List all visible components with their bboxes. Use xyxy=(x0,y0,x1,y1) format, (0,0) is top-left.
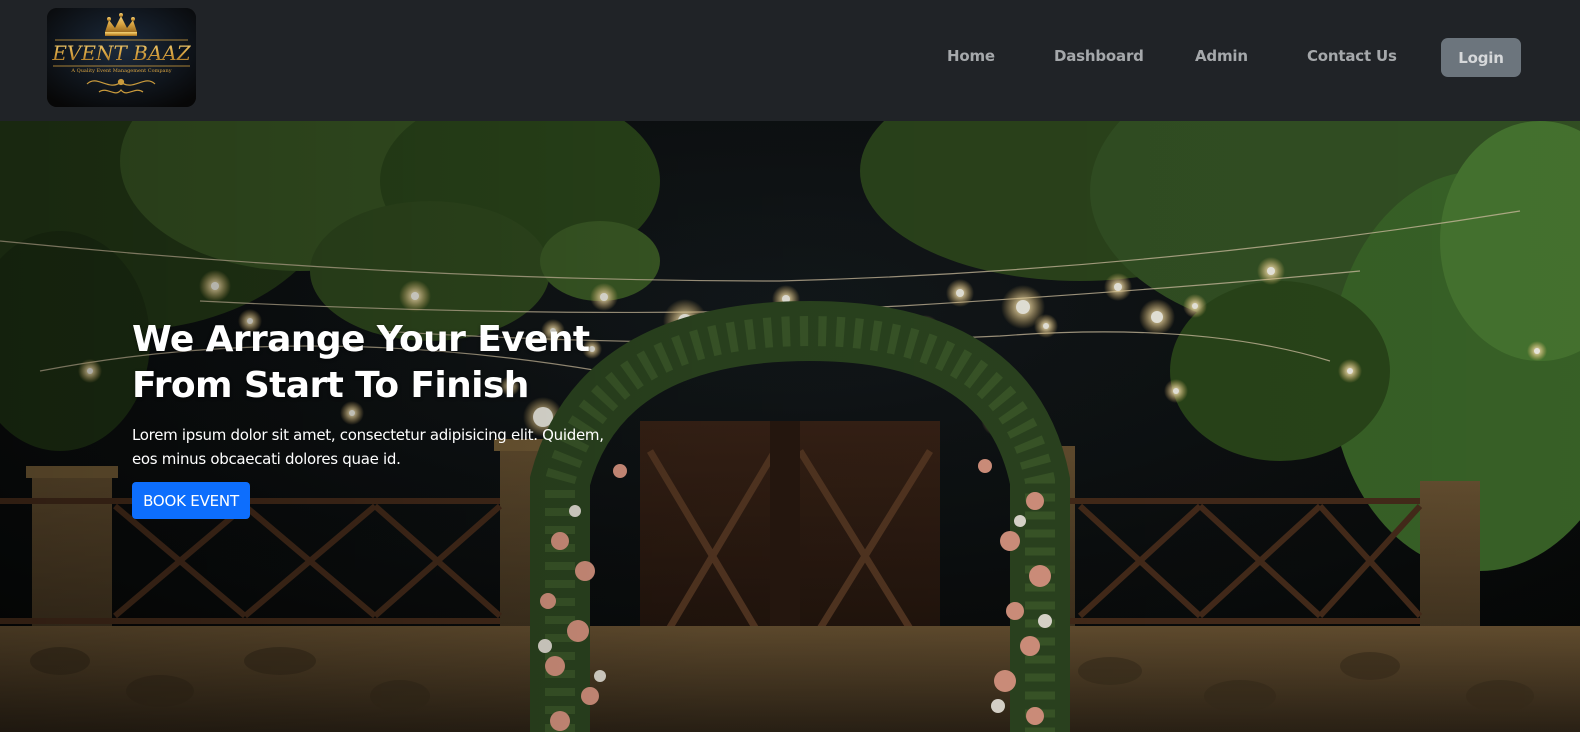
nav-admin-link[interactable]: Admin xyxy=(1195,47,1248,65)
hero-description: Lorem ipsum dolor sit amet, consectetur … xyxy=(132,426,604,468)
login-button[interactable]: Login xyxy=(1441,38,1521,77)
nav-dashboard-link[interactable]: Dashboard xyxy=(1054,47,1144,65)
book-event-button[interactable]: BOOK EVENT xyxy=(132,482,250,519)
hero-title-line-1: We Arrange Your Event xyxy=(132,319,590,360)
nav-home-link[interactable]: Home xyxy=(947,47,995,65)
hero-text-block: We Arrange Your Event From Start To Fini… xyxy=(132,317,652,471)
hero-section: We Arrange Your Event From Start To Fini… xyxy=(0,121,1580,732)
main-nav: Home Dashboard Admin Contact Us xyxy=(0,0,1580,121)
hero-title-line-2: From Start To Finish xyxy=(132,365,529,406)
nav-contact-link[interactable]: Contact Us xyxy=(1307,47,1397,65)
navbar: EVENT BAAZ A Quality Event Management Co… xyxy=(0,0,1580,121)
hero-title: We Arrange Your Event From Start To Fini… xyxy=(132,317,652,409)
